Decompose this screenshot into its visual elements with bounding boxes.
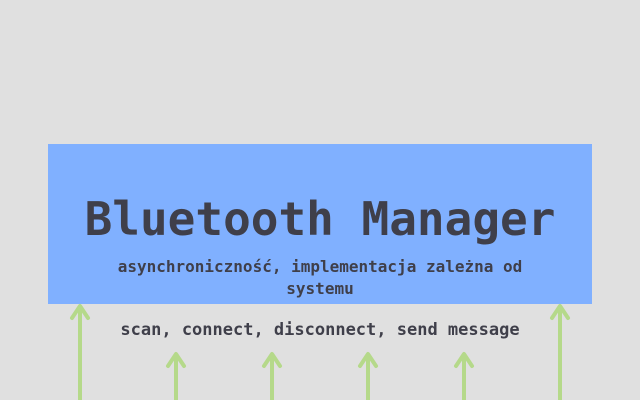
diagram-canvas: Bluetooth Manager asynchroniczność, impl… — [0, 0, 640, 400]
arrow-up-icon — [262, 352, 282, 400]
arrow-up-icon — [166, 352, 186, 400]
arrow-up-icon — [454, 352, 474, 400]
operations-label: scan, connect, disconnect, send message — [120, 320, 520, 340]
arrow-up-icon — [358, 352, 378, 400]
